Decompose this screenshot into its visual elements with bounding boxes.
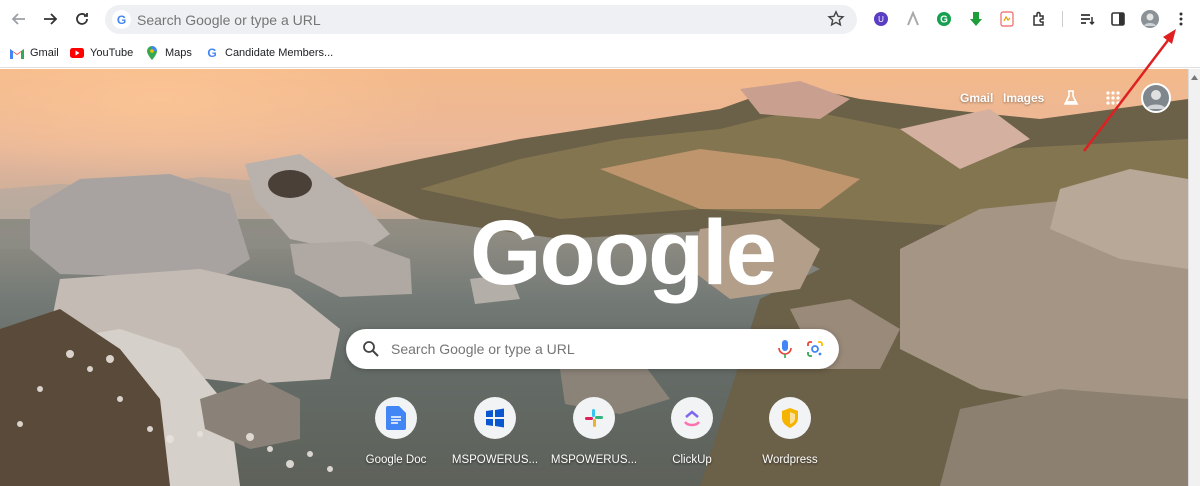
images-link[interactable]: Images [1003,91,1044,105]
reading-list-icon[interactable] [1077,9,1097,29]
grammarly-icon[interactable]: G [934,9,954,29]
download-icon[interactable] [966,9,986,29]
account-avatar[interactable] [1141,83,1171,113]
gmail-link[interactable]: Gmail [960,91,993,105]
menu-kebab-icon[interactable] [1171,9,1191,29]
forward-arrow-icon [44,13,58,25]
slack-icon [573,397,615,439]
bookmarks-bar: Gmail YouTube Maps G Candidate Members..… [0,38,1200,68]
shortcut-label: Wordpress [762,454,818,466]
google-icon: G [207,46,217,60]
svg-text:G: G [940,15,948,26]
shortcut-label: MSPOWERUS... [451,454,539,466]
extensions-puzzle-icon[interactable] [1029,9,1049,29]
shield-icon [769,397,811,439]
clickup-icon [671,397,713,439]
new-tab-page: Gmail Images Google Google Doc MSPOWERUS… [0,69,1188,486]
google-icon: G [112,10,131,29]
side-panel-icon[interactable] [1108,9,1128,29]
shortcut-tile[interactable]: MSPOWERUS... [548,397,640,477]
shortcut-label: Google Doc [365,454,427,466]
bookmark-label: Maps [165,47,192,59]
google-lens-icon[interactable] [805,339,825,359]
google-logo: Google [470,202,777,304]
labs-flask-icon[interactable] [1062,89,1080,107]
scrollbar[interactable] [1188,69,1200,486]
extension-pdf-icon[interactable] [997,9,1017,29]
search-icon [363,341,379,357]
maps-icon [145,46,159,60]
shortcut-tile[interactable]: Wordpress [744,397,836,477]
scroll-up-arrow-icon[interactable] [1191,73,1198,83]
windows-icon [474,397,516,439]
bookmark-label: Candidate Members... [225,47,334,59]
bookmark-star-icon[interactable] [827,10,845,28]
search-input[interactable] [391,340,751,358]
browser-toolbar: G U G [0,0,1200,38]
extension-arc-icon[interactable] [903,9,923,29]
bookmark-gmail[interactable]: Gmail [10,44,59,62]
forward-button[interactable] [39,8,61,30]
profile-avatar[interactable] [1140,9,1160,29]
reload-icon [76,13,88,25]
bookmark-maps[interactable]: Maps [145,44,192,62]
shortcut-label: MSPOWERUS... [550,454,638,466]
reload-button[interactable] [71,8,93,30]
bookmark-label: Gmail [30,47,59,59]
gmail-icon [10,46,24,60]
toolbar-divider [1062,11,1063,27]
google-docs-icon [375,397,417,439]
youtube-icon [70,46,84,60]
shortcut-tile[interactable]: Google Doc [350,397,442,477]
bookmark-candidate-members[interactable]: G Candidate Members... [205,44,333,62]
search-box[interactable] [346,329,839,369]
shortcut-tile[interactable]: ClickUp [646,397,738,477]
bookmark-youtube[interactable]: YouTube [70,44,133,62]
extension-purple-icon[interactable]: U [871,9,891,29]
back-arrow-icon [11,13,25,25]
svg-text:U: U [878,15,884,24]
shortcut-tile[interactable]: MSPOWERUS... [449,397,541,477]
shortcut-label: ClickUp [672,454,712,466]
bookmark-label: YouTube [90,47,134,59]
voice-search-icon[interactable] [776,339,794,359]
back-button[interactable] [8,8,30,30]
apps-grid-icon[interactable] [1105,90,1121,106]
address-input[interactable] [137,10,817,29]
address-bar[interactable]: G [105,5,857,34]
